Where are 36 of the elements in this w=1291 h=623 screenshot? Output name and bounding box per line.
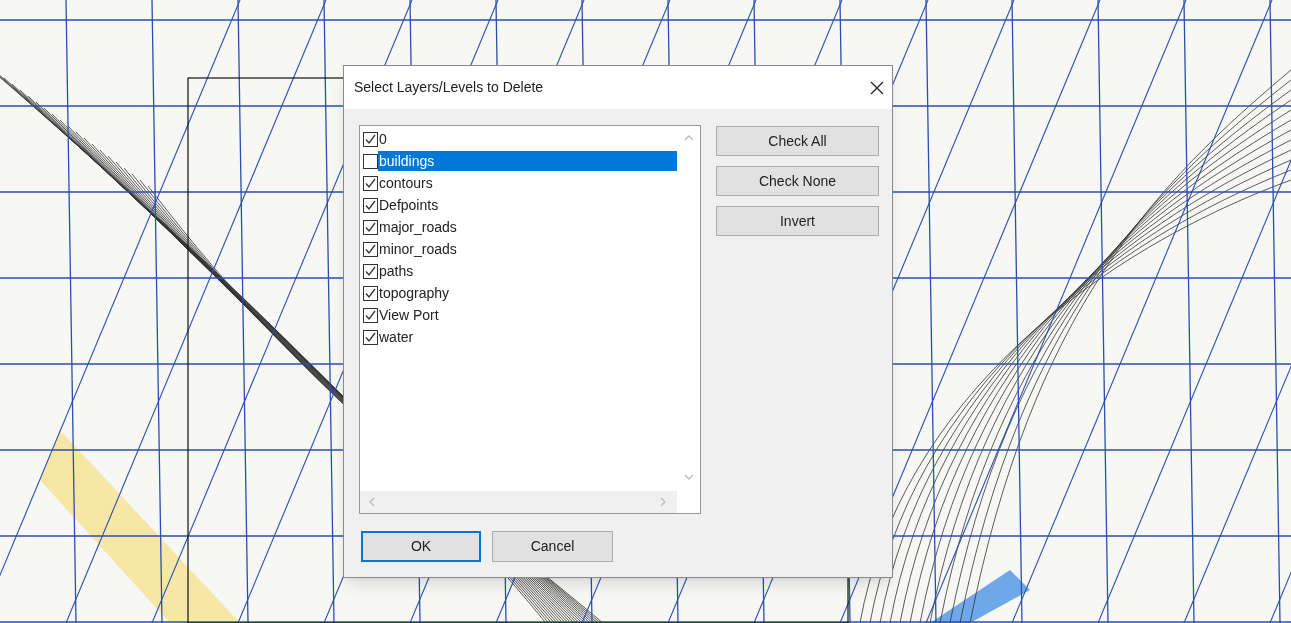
layer-item[interactable]: contours [378, 173, 677, 193]
checkbox[interactable] [363, 263, 378, 279]
side-button[interactable]: Check All [716, 126, 879, 156]
checkmark-icon [365, 309, 376, 321]
checkbox[interactable] [363, 307, 378, 323]
checkbox[interactable] [363, 131, 378, 147]
close-icon[interactable] [870, 80, 884, 95]
layer-item[interactable]: View Port [378, 305, 677, 325]
checkbox[interactable] [363, 197, 378, 213]
window-title: Select Layers/Levels to Delete [354, 78, 544, 97]
checkmark-icon [365, 133, 376, 145]
cancel-button[interactable]: Cancel [492, 531, 613, 562]
checkmark-icon [365, 243, 376, 255]
layer-item[interactable]: topography [378, 283, 677, 303]
layer-item[interactable]: water [378, 327, 677, 347]
side-button[interactable]: Invert [716, 206, 879, 236]
layer-item[interactable]: buildings [378, 151, 677, 171]
checkmark-icon [365, 265, 376, 277]
checkmark-icon [365, 331, 376, 343]
layer-item[interactable]: Defpoints [378, 195, 677, 215]
checkbox[interactable] [363, 285, 378, 301]
layer-item[interactable]: 0 [378, 129, 677, 149]
checkbox[interactable] [363, 329, 378, 345]
layer-item[interactable]: major_roads [378, 217, 677, 237]
checkbox[interactable] [363, 219, 378, 235]
checkbox[interactable] [363, 153, 378, 169]
layer-item[interactable]: minor_roads [378, 239, 677, 259]
checkmark-icon [365, 177, 376, 189]
checkmark-icon [365, 199, 376, 211]
side-button[interactable]: Check None [716, 166, 879, 196]
checkbox[interactable] [363, 241, 378, 257]
checkbox[interactable] [363, 175, 378, 191]
ok-button[interactable]: OK [361, 531, 481, 562]
checkmark-icon [365, 287, 376, 299]
checkmark-icon [365, 221, 376, 233]
layer-item[interactable]: paths [378, 261, 677, 281]
